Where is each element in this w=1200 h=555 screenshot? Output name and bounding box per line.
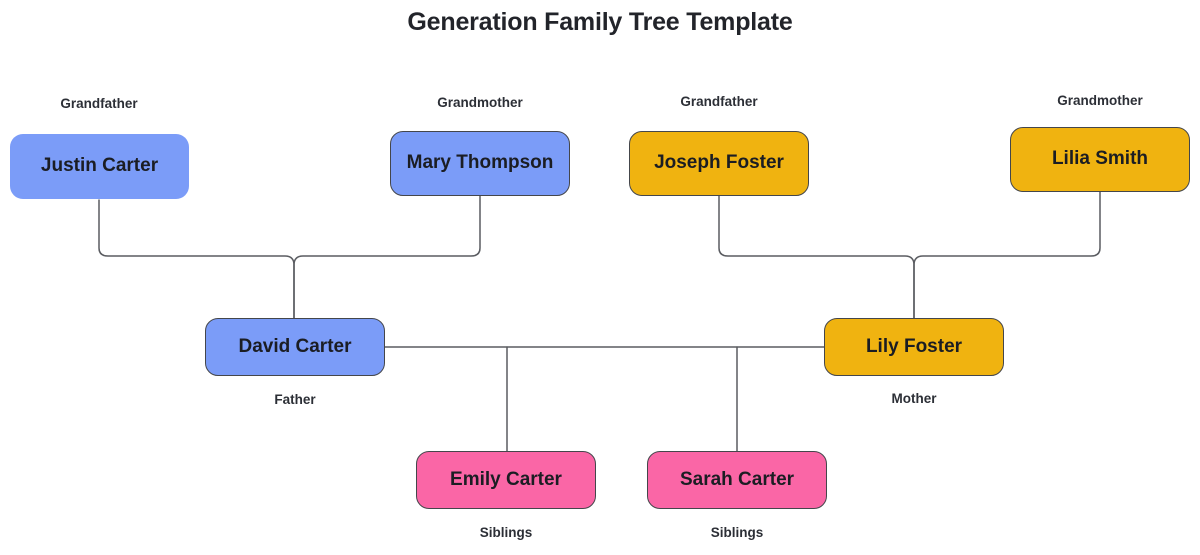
role-label-sibling-one: Siblings: [479, 525, 533, 540]
role-label-father: Father: [274, 392, 316, 407]
connector-justin-to-david: [98, 199, 295, 319]
role-label-grandmother-paternal: Grandmother: [437, 95, 523, 110]
node-grandmother-paternal[interactable]: Mary Thompson: [390, 131, 570, 196]
node-grandfather-paternal[interactable]: Justin Carter: [10, 134, 189, 199]
role-label-sibling-two: Siblings: [710, 525, 764, 540]
connector-mary-to-david: [293, 195, 481, 319]
connector-lilia-to-lily: [913, 191, 1101, 319]
role-label-grandfather-maternal: Grandfather: [680, 94, 758, 109]
node-father[interactable]: David Carter: [205, 318, 385, 376]
connector-joseph-to-lily: [718, 195, 915, 319]
node-mother[interactable]: Lily Foster: [824, 318, 1004, 376]
node-sibling-one[interactable]: Emily Carter: [416, 451, 596, 509]
role-label-grandfather-paternal: Grandfather: [60, 96, 138, 111]
node-sibling-two[interactable]: Sarah Carter: [647, 451, 827, 509]
node-grandfather-maternal[interactable]: Joseph Foster: [629, 131, 809, 196]
node-grandmother-maternal[interactable]: Lilia Smith: [1010, 127, 1190, 192]
role-label-mother: Mother: [891, 391, 937, 406]
family-tree-canvas: Generation Family Tree Template Grandfat…: [0, 0, 1200, 555]
connector-lines: [98, 191, 1101, 452]
role-label-grandmother-maternal: Grandmother: [1057, 93, 1143, 108]
